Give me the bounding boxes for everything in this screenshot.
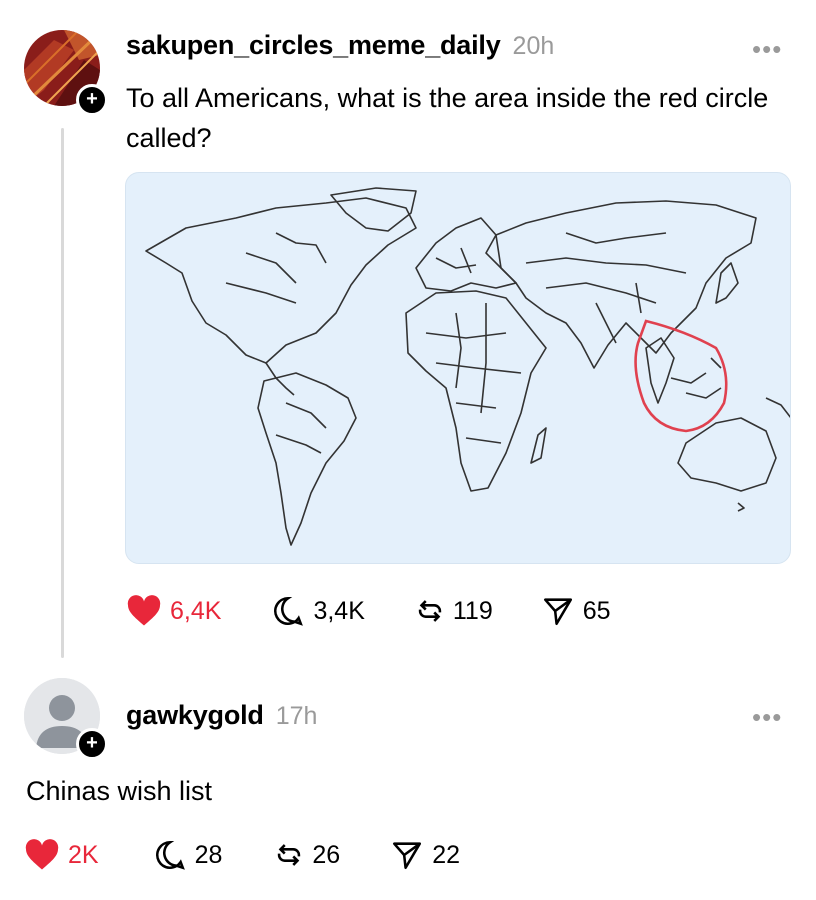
comment-icon <box>155 840 185 870</box>
repost-icon <box>278 844 301 866</box>
like-count: 2K <box>68 840 99 869</box>
heart-icon <box>25 839 59 870</box>
comment-button[interactable]: 28 <box>153 838 223 872</box>
comment-count: 28 <box>194 840 223 869</box>
share-button[interactable]: 22 <box>390 838 460 872</box>
more-icon[interactable]: ••• <box>752 34 782 65</box>
repost-button[interactable]: 119 <box>413 594 493 628</box>
reply-text: Chinas wish list <box>26 776 213 806</box>
like-button[interactable]: 2K <box>24 839 99 871</box>
comment-icon <box>274 596 304 626</box>
repost-count: 119 <box>452 596 493 625</box>
repost-button[interactable]: 26 <box>272 838 340 872</box>
follow-plus-icon[interactable]: + <box>76 84 108 116</box>
comment-button[interactable]: 3,4K <box>271 594 365 628</box>
like-count: 6,4K <box>170 596 222 625</box>
reply-username[interactable]: gawkygold <box>126 700 264 731</box>
repost-icon <box>418 600 442 622</box>
follow-plus-icon[interactable]: + <box>76 728 108 760</box>
red-circle-highlight <box>634 319 728 433</box>
post-image-map[interactable] <box>125 172 791 564</box>
share-icon <box>543 598 572 626</box>
share-count: 65 <box>582 596 611 625</box>
reply-time: 17h <box>275 702 318 730</box>
share-button[interactable]: 65 <box>541 594 611 628</box>
thread-line <box>61 128 64 658</box>
repost-count: 26 <box>312 840 341 869</box>
post-text: To all Americans, what is the area insid… <box>126 83 769 153</box>
comment-count: 3,4K <box>313 596 365 625</box>
heart-icon <box>127 595 161 626</box>
share-count: 22 <box>432 840 461 869</box>
post-time: 20h <box>512 32 555 60</box>
like-button[interactable]: 6,4K <box>126 595 221 627</box>
world-map-image <box>145 187 790 546</box>
post-username[interactable]: sakupen_circles_meme_daily <box>126 30 501 61</box>
share-icon <box>393 842 422 870</box>
more-icon[interactable]: ••• <box>752 702 782 733</box>
